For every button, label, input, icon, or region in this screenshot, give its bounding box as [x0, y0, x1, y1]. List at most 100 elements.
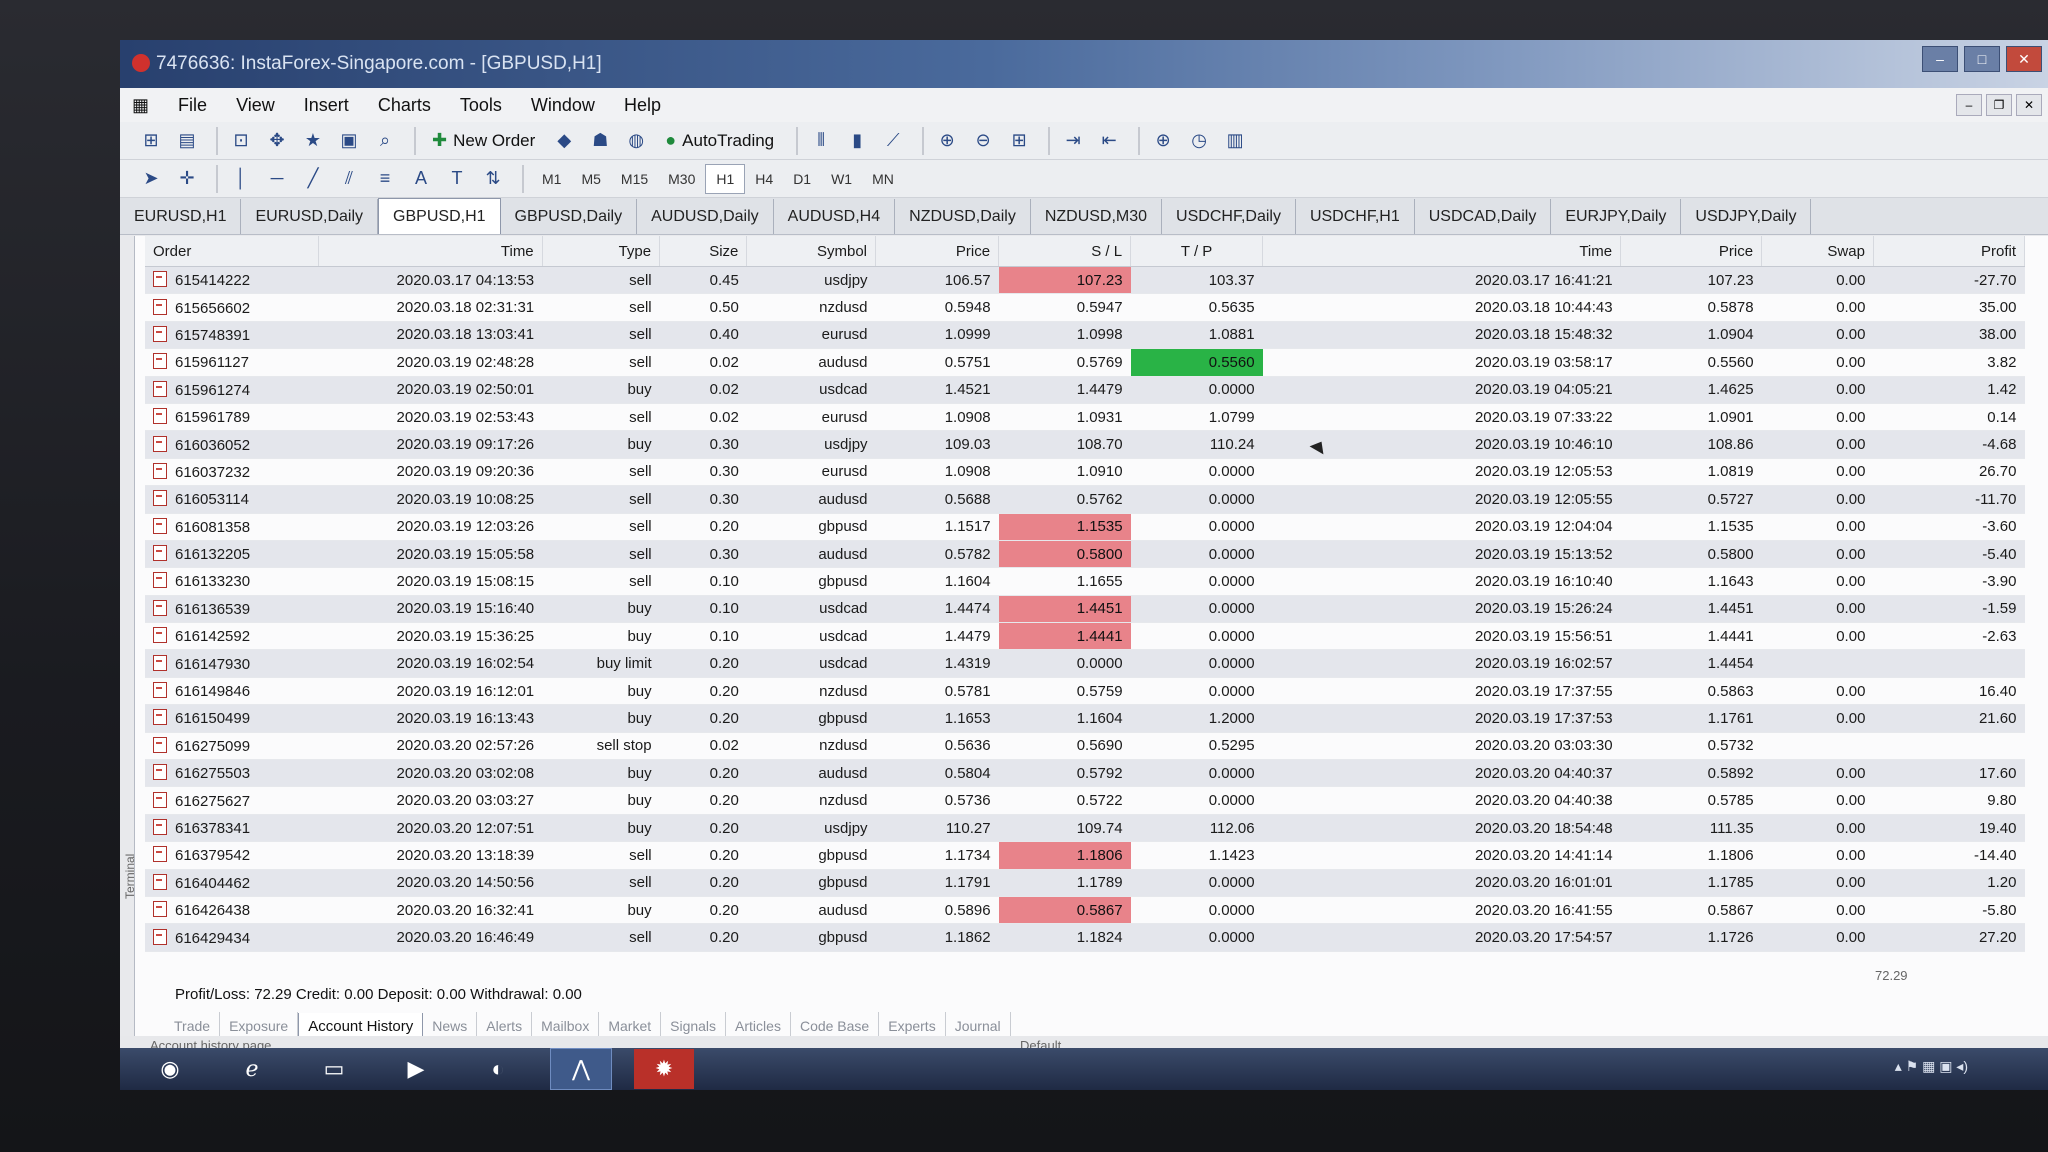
- autotrading-button[interactable]: ● AutoTrading: [657, 126, 782, 156]
- tab-eurusd-h1[interactable]: EURUSD,H1: [120, 199, 242, 234]
- table-row[interactable]: 616404462 2020.03.20 14:50:56 sell 0.20 gbpu…: [145, 869, 2025, 897]
- tab-audusd-daily[interactable]: AUDUSD,Daily: [637, 199, 774, 234]
- bar-chart-icon[interactable]: ⫴: [806, 126, 836, 156]
- tf-m30[interactable]: M30: [658, 165, 705, 193]
- minimize-icon[interactable]: –: [1922, 46, 1958, 72]
- zoom-out-icon[interactable]: ⊖: [968, 126, 998, 156]
- table-row[interactable]: 616132205 2020.03.19 15:05:58 sell 0.30 audu…: [145, 540, 2025, 569]
- vertical-line-icon[interactable]: │: [226, 164, 256, 194]
- line-chart-icon[interactable]: ⟋: [878, 126, 908, 156]
- mdi-minimize-icon[interactable]: –: [1956, 94, 1982, 116]
- templates-icon[interactable]: ▥: [1220, 126, 1250, 156]
- menu-charts[interactable]: Charts: [366, 88, 443, 122]
- web-icon[interactable]: ◍: [621, 126, 651, 156]
- table-row[interactable]: 615748391 2020.03.18 13:03:41 sell 0.40 euru…: [145, 321, 2025, 350]
- ie-browser-icon[interactable]: ℯ: [222, 1049, 282, 1089]
- text-label-icon[interactable]: T: [442, 164, 472, 194]
- menu-icon[interactable]: ▦: [120, 88, 161, 122]
- profiles-icon[interactable]: ▤: [172, 126, 202, 156]
- tf-m15[interactable]: M15: [611, 165, 658, 193]
- tab-gbpusd-h1[interactable]: GBPUSD,H1: [378, 198, 501, 234]
- table-row[interactable]: 616053114 2020.03.19 10:08:25 sell 0.30 audu…: [145, 485, 2025, 514]
- tf-h4[interactable]: H4: [745, 165, 783, 193]
- table-row[interactable]: 616136539 2020.03.19 15:16:40 buy 0.10 usdca…: [145, 595, 2025, 624]
- tab-usdcad-daily[interactable]: USDCAD,Daily: [1415, 199, 1552, 234]
- mdi-restore-icon[interactable]: ❐: [1986, 94, 2012, 116]
- strategy-tester-icon[interactable]: ⌕: [370, 126, 400, 156]
- table-row[interactable]: 616275503 2020.03.20 03:02:08 buy 0.20 audus…: [145, 759, 2025, 788]
- table-row[interactable]: 616081358 2020.03.19 12:03:26 sell 0.20 gbpu…: [145, 513, 2025, 541]
- firefox-icon[interactable]: ◐: [468, 1049, 528, 1089]
- horizontal-line-icon[interactable]: ─: [262, 164, 292, 194]
- table-row[interactable]: 616036052 2020.03.19 09:17:26 buy 0.30 usdjp…: [145, 430, 2025, 459]
- col-profit[interactable]: Profit: [1873, 236, 2026, 267]
- system-tray-icons[interactable]: ▴ ⚑ ▦ ▣ ◂): [1895, 1058, 1968, 1075]
- tf-m5[interactable]: M5: [571, 165, 610, 193]
- table-row[interactable]: 616133230 2020.03.19 15:08:15 sell 0.10 gbpu…: [145, 567, 2025, 596]
- col-swap[interactable]: Swap: [1761, 236, 1874, 267]
- table-row[interactable]: 616037232 2020.03.19 09:20:36 sell 0.30 euru…: [145, 458, 2025, 487]
- table-row[interactable]: 616379542 2020.03.20 13:18:39 sell 0.20 gbpu…: [145, 841, 2025, 870]
- table-row[interactable]: 616149846 2020.03.19 16:12:01 buy 0.20 nzdus…: [145, 677, 2025, 706]
- table-row[interactable]: 616426438 2020.03.20 16:32:41 buy 0.20 audus…: [145, 896, 2025, 925]
- col-symbol[interactable]: Symbol: [746, 236, 877, 267]
- tf-w1[interactable]: W1: [821, 165, 862, 193]
- col-price[interactable]: Price: [875, 236, 1000, 267]
- col-sl[interactable]: S / L: [998, 236, 1132, 267]
- menu-tools[interactable]: Tools: [448, 88, 514, 122]
- menu-file[interactable]: File: [166, 88, 219, 122]
- menu-view[interactable]: View: [224, 88, 287, 122]
- tile-windows-icon[interactable]: ⊞: [1004, 126, 1034, 156]
- new-order-button[interactable]: ✚ New Order: [424, 126, 543, 156]
- indicators-icon[interactable]: ⊕: [1148, 126, 1178, 156]
- tf-m1[interactable]: M1: [532, 165, 571, 193]
- table-row[interactable]: 616275099 2020.03.20 02:57:26 sell stop 0.0…: [145, 732, 2025, 761]
- col-order[interactable]: Order: [145, 236, 319, 267]
- table-row[interactable]: 616150499 2020.03.19 16:13:43 buy 0.20 gbpus…: [145, 704, 2025, 733]
- crosshair-icon[interactable]: ✛: [172, 164, 202, 194]
- close-icon[interactable]: ✕: [2006, 46, 2042, 72]
- table-row[interactable]: 615961789 2020.03.19 02:53:43 sell 0.02 euru…: [145, 403, 2025, 432]
- file-explorer-icon[interactable]: ▭: [304, 1049, 364, 1089]
- table-row[interactable]: 616142592 2020.03.19 15:36:25 buy 0.10 usdca…: [145, 622, 2025, 651]
- mdi-close-icon[interactable]: ✕: [2016, 94, 2042, 116]
- arrows-icon[interactable]: ⇅: [478, 164, 508, 194]
- tab-usdjpy-daily[interactable]: USDJPY,Daily: [1681, 199, 1812, 234]
- metatrader-task-icon[interactable]: ⋀: [550, 1048, 612, 1090]
- tab-nzdusd-m30[interactable]: NZDUSD,M30: [1031, 199, 1163, 234]
- signals-icon[interactable]: ☗: [585, 126, 615, 156]
- zoom-in-icon[interactable]: ⊕: [932, 126, 962, 156]
- data-window-icon[interactable]: ✥: [262, 126, 292, 156]
- app-task-icon[interactable]: ✹: [634, 1049, 694, 1089]
- candlestick-icon[interactable]: ▮: [842, 126, 872, 156]
- trendline-icon[interactable]: ╱: [298, 164, 328, 194]
- tf-h1[interactable]: H1: [705, 163, 746, 194]
- fibonacci-icon[interactable]: ≡: [370, 164, 400, 194]
- media-player-icon[interactable]: ▶: [386, 1049, 446, 1089]
- cursor-icon[interactable]: ➤: [136, 164, 166, 194]
- channel-icon[interactable]: ⫽: [334, 164, 364, 194]
- table-row[interactable]: 616275627 2020.03.20 03:03:27 buy 0.20 nzdus…: [145, 786, 2025, 815]
- menu-help[interactable]: Help: [612, 88, 673, 122]
- periods-icon[interactable]: ◷: [1184, 126, 1214, 156]
- market-watch-icon[interactable]: ⊡: [226, 126, 256, 156]
- col-close-price[interactable]: Price: [1620, 236, 1763, 267]
- menu-insert[interactable]: Insert: [292, 88, 361, 122]
- table-row[interactable]: 616378341 2020.03.20 12:07:51 buy 0.20 usdjp…: [145, 814, 2025, 843]
- table-row[interactable]: 615961127 2020.03.19 02:48:28 sell 0.02 audu…: [145, 348, 2025, 377]
- table-row[interactable]: 615656602 2020.03.18 02:31:31 sell 0.50 nzdu…: [145, 293, 2025, 322]
- table-row[interactable]: 615414222 2020.03.17 04:13:53 sell 0.45 usdj…: [145, 266, 2025, 295]
- tab-eurusd-daily[interactable]: EURUSD,Daily: [241, 199, 379, 234]
- col-tp[interactable]: T / P: [1130, 236, 1264, 267]
- table-row[interactable]: 615961274 2020.03.19 02:50:01 buy 0.02 usdca…: [145, 376, 2025, 404]
- navigator-icon[interactable]: ★: [298, 126, 328, 156]
- tab-audusd-h4[interactable]: AUDUSD,H4: [774, 199, 896, 234]
- tab-nzdusd-daily[interactable]: NZDUSD,Daily: [895, 199, 1031, 234]
- tab-eurjpy-daily[interactable]: EURJPY,Daily: [1551, 199, 1682, 234]
- text-icon[interactable]: A: [406, 164, 436, 194]
- chart-shift-icon[interactable]: ⇤: [1094, 126, 1124, 156]
- col-close-time[interactable]: Time: [1262, 236, 1622, 267]
- table-row[interactable]: 616147930 2020.03.19 16:02:54 buy limit 0.2…: [145, 649, 2025, 678]
- auto-scroll-icon[interactable]: ⇥: [1058, 126, 1088, 156]
- new-chart-icon[interactable]: ⊞: [136, 126, 166, 156]
